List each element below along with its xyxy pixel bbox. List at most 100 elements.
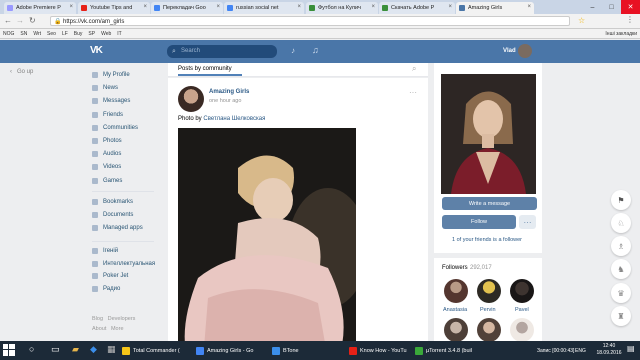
language-indicator[interactable]: ENG <box>575 343 595 358</box>
bookmark-item[interactable]: IT <box>117 31 121 37</box>
footer-developers[interactable]: Developers <box>108 316 136 322</box>
bell-icon[interactable]: ♪ <box>291 46 295 55</box>
widget-icon[interactable]: ♜ <box>611 306 631 326</box>
post-time[interactable]: one hour ago <box>209 98 241 104</box>
bookmark-item[interactable]: Web <box>101 31 111 37</box>
post-author[interactable]: Amazing Girls <box>209 89 249 95</box>
bookmark-item[interactable]: Seo <box>47 31 56 37</box>
sidebar-item[interactable]: Audios <box>92 151 121 158</box>
windows-start-icon[interactable] <box>3 344 15 356</box>
action-center-icon[interactable]: ▤ <box>627 344 635 353</box>
footer-more[interactable]: More <box>111 326 124 332</box>
star-icon[interactable]: ☆ <box>578 16 585 25</box>
clock[interactable]: 12:40 18.09.2016 <box>594 343 624 357</box>
store-icon[interactable]: ◆ <box>90 344 97 355</box>
search-input[interactable]: ⌕ Search <box>167 45 277 58</box>
bookmark-item[interactable]: LF <box>62 31 68 37</box>
bookmark-item[interactable]: SN <box>20 31 27 37</box>
close-tab-icon[interactable]: × <box>216 4 220 10</box>
widget-icon[interactable]: ♞ <box>611 259 631 279</box>
close-tab-icon[interactable]: × <box>448 4 452 10</box>
vk-logo[interactable]: VK <box>90 45 108 57</box>
back-icon[interactable]: ← <box>4 16 12 25</box>
reload-icon[interactable]: ↻ <box>29 16 36 25</box>
more-options-icon[interactable]: ··· <box>409 88 417 97</box>
maximize-icon[interactable]: □ <box>602 0 621 14</box>
follower-avatar[interactable] <box>444 279 468 303</box>
community-avatar[interactable] <box>178 86 204 112</box>
write-message-button[interactable]: Write a message <box>442 197 537 210</box>
go-up-button[interactable]: ‹ Go up <box>10 69 33 75</box>
sidebar-item[interactable]: Documents <box>92 212 133 218</box>
sidebar-item[interactable]: Managed apps <box>92 225 143 231</box>
browser-tab[interactable]: russian social net × <box>224 2 304 14</box>
taskbar-item[interactable]: Total Commander ( <box>122 343 192 358</box>
sidebar-item[interactable]: News <box>92 85 118 92</box>
widget-icon[interactable]: ♘ <box>611 213 631 233</box>
sidebar-item[interactable]: Videos <box>92 164 121 171</box>
task-view-icon[interactable]: ▭ <box>51 344 60 355</box>
follower-name[interactable]: Pavel <box>515 307 529 313</box>
sidebar-item[interactable]: Poker Jet <box>92 273 128 279</box>
caption-author-link[interactable]: Светлана Шелковская <box>203 116 265 122</box>
community-cover-photo[interactable] <box>441 74 536 194</box>
sidebar-item[interactable]: Интеллектуальная <box>92 260 155 267</box>
notification-widget[interactable]: ⚑ <box>611 190 631 210</box>
menu-icon[interactable]: ⋮ <box>626 15 634 24</box>
taskbar-item[interactable]: BTone <box>272 343 342 358</box>
follower-avatar[interactable] <box>510 279 534 303</box>
folder-icon[interactable]: ▰ <box>72 344 79 355</box>
tab-posts-by-community[interactable]: Posts by community <box>178 66 232 72</box>
sidebar-item[interactable]: Games <box>92 177 122 184</box>
browser-tab[interactable]: Футбол на Кулич × <box>306 2 378 14</box>
browser-tab[interactable]: Adobe Premiere P × <box>4 2 76 14</box>
bookmark-item[interactable]: SP <box>88 31 95 37</box>
sidebar-item[interactable]: Communities <box>92 124 138 131</box>
follower-name[interactable]: Anastasia <box>443 307 467 313</box>
follower-avatar[interactable] <box>477 318 501 342</box>
bookmark-item[interactable]: NOG <box>3 31 14 37</box>
bookmark-item[interactable]: Wrt <box>33 31 41 37</box>
followers-label[interactable]: Followers <box>442 265 468 271</box>
sidebar-item[interactable]: My Profile <box>92 72 130 78</box>
widget-icon[interactable]: ♛ <box>611 283 631 303</box>
post-photo[interactable] <box>178 128 356 360</box>
sidebar-item[interactable]: Bookmarks <box>92 199 133 205</box>
browser-tab[interactable]: Перекладач Goo × <box>151 2 223 14</box>
close-window-icon[interactable]: ✕ <box>621 0 640 14</box>
follower-name[interactable]: Pervin <box>480 307 496 313</box>
close-tab-icon[interactable]: × <box>69 4 73 10</box>
browser-tab[interactable]: Amazing Girls × <box>456 2 534 14</box>
bookmark-item[interactable]: Buy <box>74 31 83 37</box>
follower-avatar[interactable] <box>444 318 468 342</box>
follower-avatar[interactable] <box>510 318 534 342</box>
sidebar-item[interactable]: Friends <box>92 111 123 118</box>
app-icon[interactable]: ▦ <box>107 344 116 355</box>
browser-tab[interactable]: Youtube Tips and × <box>78 2 150 14</box>
url-field[interactable]: 🔒 https://vk.com/am_girls <box>50 16 570 26</box>
sidebar-item[interactable]: Радио <box>92 285 120 292</box>
widget-icon[interactable]: ♗ <box>611 236 631 256</box>
footer-about[interactable]: About <box>92 326 106 332</box>
close-tab-icon[interactable]: × <box>371 4 375 10</box>
taskbar-item[interactable]: Know How - YouTu <box>349 343 411 358</box>
minimize-icon[interactable]: – <box>583 0 602 14</box>
browser-tab[interactable]: Скачать Adobe P × <box>379 2 455 14</box>
more-actions-button[interactable]: ··· <box>519 215 536 229</box>
footer-blog[interactable]: Blog <box>92 316 103 322</box>
follow-button[interactable]: Follow <box>442 215 516 229</box>
sidebar-item[interactable]: Ігеній <box>92 248 118 254</box>
close-tab-icon[interactable]: × <box>143 4 147 10</box>
forward-icon[interactable]: → <box>16 16 24 25</box>
taskbar-item[interactable]: µTorrent 3.4.8 (buil <box>415 343 485 358</box>
taskbar-item[interactable]: Amazing Girls - Go <box>196 343 268 358</box>
avatar[interactable] <box>518 44 532 58</box>
follower-avatar[interactable] <box>477 279 501 303</box>
search-icon[interactable]: ○ <box>29 344 34 354</box>
sidebar-item[interactable]: Photos <box>92 138 122 144</box>
search-icon[interactable]: ⌕ <box>412 64 416 74</box>
sidebar-item[interactable]: Messages <box>92 98 130 105</box>
other-bookmarks[interactable]: Інші закладки <box>605 31 637 37</box>
user-name[interactable]: Vlad <box>503 48 516 54</box>
friends-follower-note[interactable]: 1 of your friends is a follower <box>452 237 522 243</box>
